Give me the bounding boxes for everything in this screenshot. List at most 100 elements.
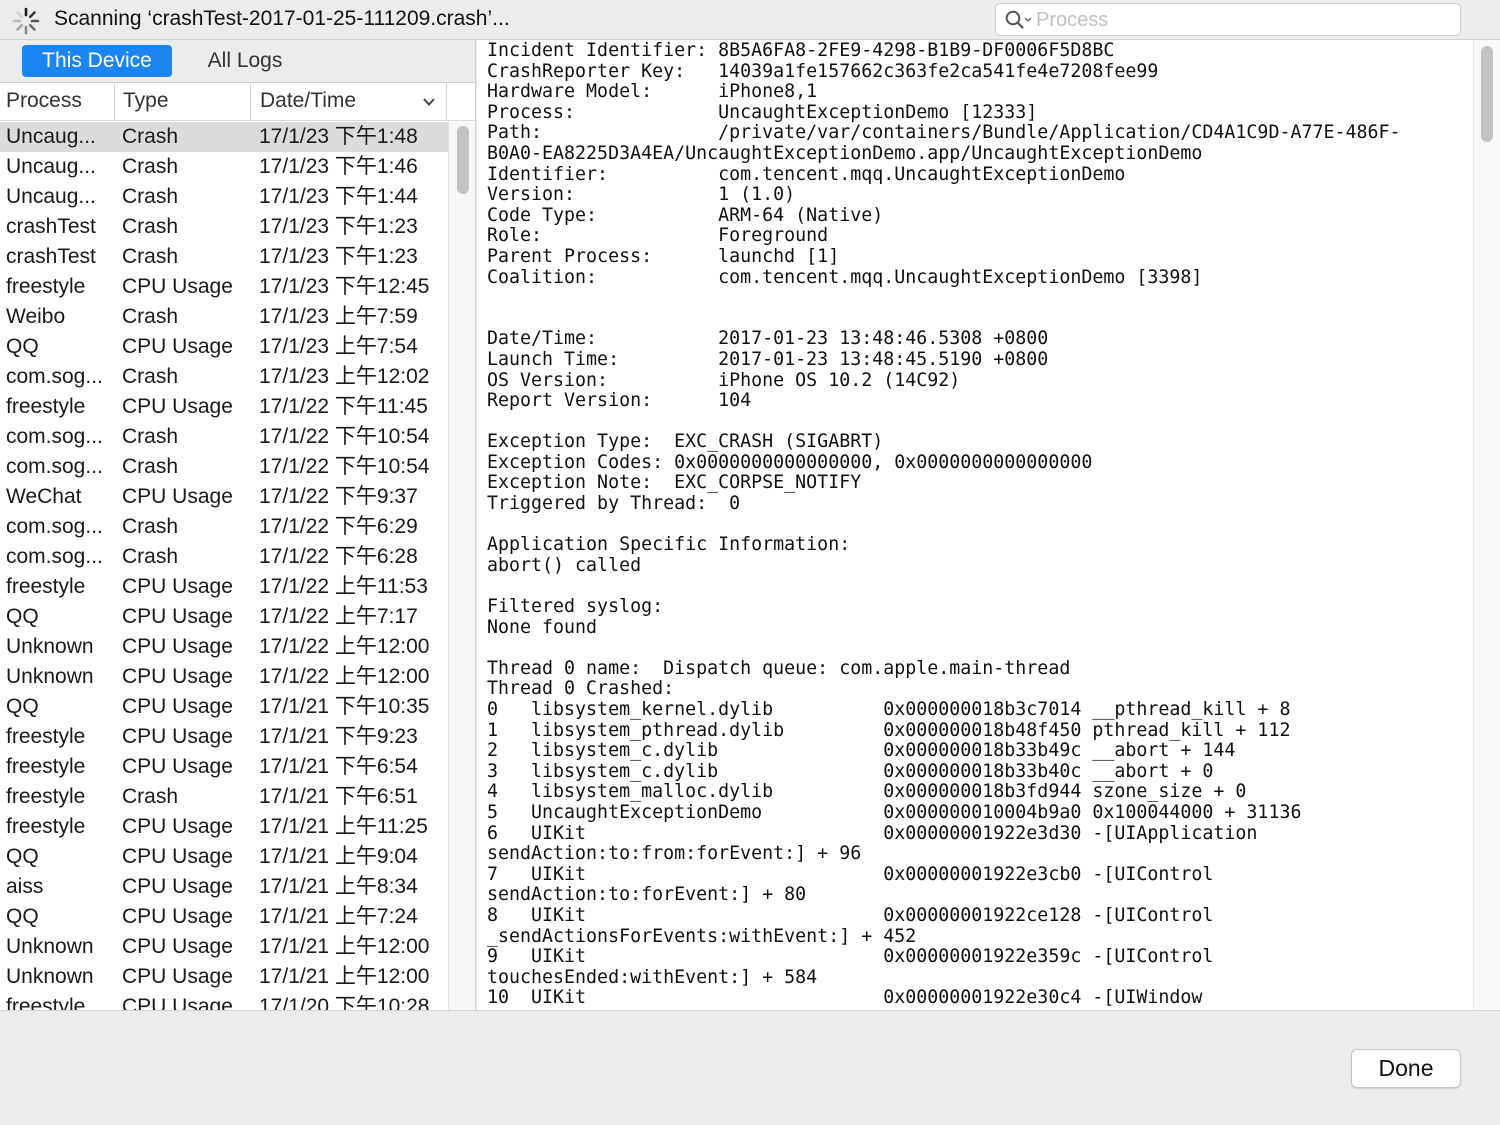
table-row[interactable]: freestyle CPU Usage 17/1/21 下午9:23: [0, 722, 448, 752]
table-row[interactable]: Weibo Crash 17/1/23 上午7:59: [0, 302, 448, 332]
table-row[interactable]: aiss CPU Usage 17/1/21 上午8:34: [0, 872, 448, 902]
cell-process: com.sog...: [6, 455, 103, 478]
cell-process: Unknown: [6, 635, 94, 658]
scrollbar-thumb[interactable]: [457, 126, 469, 194]
cell-datetime: 17/1/22 上午12:00: [259, 665, 430, 688]
table-row[interactable]: com.sog... Crash 17/1/23 上午12:02: [0, 362, 448, 392]
table-row[interactable]: freestyle Crash 17/1/21 下午6:51: [0, 782, 448, 812]
cell-type: CPU Usage: [122, 725, 233, 748]
report-line: 6 UIKit 0x00000001922e3d30 -[UIApplicati…: [487, 822, 1258, 844]
cell-type: CPU Usage: [122, 755, 233, 778]
table-row[interactable]: freestyle CPU Usage 17/1/20 下午10:28: [0, 992, 448, 1010]
cell-process: QQ: [6, 695, 39, 718]
cell-process: com.sog...: [6, 545, 103, 568]
table-row[interactable]: Unknown CPU Usage 17/1/22 上午12:00: [0, 662, 448, 692]
table-row[interactable]: QQ CPU Usage 17/1/21 下午10:35: [0, 692, 448, 722]
report-scrollbar[interactable]: [1473, 40, 1500, 1010]
table-row[interactable]: freestyle CPU Usage 17/1/21 上午11:25: [0, 812, 448, 842]
report-line: Path: /private/var/containers/Bundle/App…: [487, 122, 1401, 144]
cell-datetime: 17/1/23 上午12:02: [259, 365, 430, 388]
report-line: Exception Codes: 0x0000000000000000, 0x0…: [487, 451, 1093, 473]
table-row[interactable]: freestyle CPU Usage 17/1/22 下午11:45: [0, 392, 448, 422]
table-row[interactable]: com.sog... Crash 17/1/22 下午10:54: [0, 422, 448, 452]
cell-process: Unknown: [6, 665, 94, 688]
tab-all-logs[interactable]: All Logs: [190, 45, 300, 77]
cell-datetime: 17/1/22 下午6:28: [259, 545, 418, 568]
table-row[interactable]: QQ CPU Usage 17/1/21 上午7:24: [0, 902, 448, 932]
cell-datetime: 17/1/23 下午1:44: [259, 185, 418, 208]
cell-type: Crash: [122, 245, 179, 268]
cell-datetime: 17/1/22 上午12:00: [259, 635, 430, 658]
table-row[interactable]: QQ CPU Usage 17/1/21 上午9:04: [0, 842, 448, 872]
table-row[interactable]: Unknown CPU Usage 17/1/22 上午12:00: [0, 632, 448, 662]
chevron-down-icon[interactable]: [421, 94, 437, 110]
cell-datetime: 17/1/23 下午1:23: [259, 245, 418, 268]
cell-process: QQ: [6, 905, 39, 928]
table-row[interactable]: com.sog... Crash 17/1/22 下午6:29: [0, 512, 448, 542]
tab-this-device[interactable]: This Device: [22, 45, 172, 77]
report-line: Hardware Model: iPhone8,1: [487, 81, 818, 103]
report-line: 3 libsystem_c.dylib 0x000000018b33b40c _…: [487, 760, 1214, 782]
done-button[interactable]: Done: [1351, 1049, 1461, 1088]
cell-type: Crash: [122, 305, 179, 328]
table-row[interactable]: com.sog... Crash 17/1/22 下午10:54: [0, 452, 448, 482]
table-row[interactable]: Unknown CPU Usage 17/1/21 上午12:00: [0, 962, 448, 992]
cell-datetime: 17/1/22 下午9:37: [259, 485, 418, 508]
cell-process: freestyle: [6, 725, 86, 748]
table-row[interactable]: freestyle CPU Usage 17/1/22 上午11:53: [0, 572, 448, 602]
cell-datetime: 17/1/21 下午6:51: [259, 785, 418, 808]
report-line: _sendActionsForEvents:withEvent:] + 452: [487, 925, 917, 947]
cell-process: QQ: [6, 335, 39, 358]
cell-process: freestyle: [6, 275, 86, 298]
search-field[interactable]: [995, 3, 1461, 36]
table-row[interactable]: freestyle CPU Usage 17/1/21 下午6:54: [0, 752, 448, 782]
table-row[interactable]: WeChat CPU Usage 17/1/22 下午9:37: [0, 482, 448, 512]
cell-datetime: 17/1/23 下午1:46: [259, 155, 418, 178]
column-header-type[interactable]: Type: [114, 83, 250, 121]
search-input[interactable]: [1036, 8, 1446, 32]
report-line: Report Version: 104: [487, 390, 752, 412]
cell-process: Unknown: [6, 965, 94, 988]
table-row[interactable]: com.sog... Crash 17/1/22 下午6:28: [0, 542, 448, 572]
report-line: [487, 412, 1477, 433]
progress-spinner-icon: [12, 7, 40, 35]
table-row[interactable]: QQ CPU Usage 17/1/22 上午7:17: [0, 602, 448, 632]
crash-report-text[interactable]: Incident Identifier: 8B5A6FA8-2FE9-4298-…: [487, 40, 1477, 1009]
cell-datetime: 17/1/21 下午10:35: [259, 695, 430, 718]
cell-type: CPU Usage: [122, 935, 233, 958]
report-line: [487, 576, 1477, 597]
table-row[interactable]: QQ CPU Usage 17/1/23 上午7:54: [0, 332, 448, 362]
table-row[interactable]: Uncaug... Crash 17/1/23 下午1:46: [0, 152, 448, 182]
column-header-spacer: [446, 83, 475, 121]
column-header-process[interactable]: Process: [6, 83, 112, 121]
cell-process: Uncaug...: [6, 185, 96, 208]
magnifier-icon[interactable]: [1004, 9, 1034, 31]
cell-datetime: 17/1/23 下午1:48: [259, 125, 418, 148]
cell-datetime: 17/1/20 下午10:28: [259, 995, 430, 1010]
cell-type: CPU Usage: [122, 845, 233, 868]
cell-datetime: 17/1/22 下午11:45: [259, 395, 428, 418]
scrollbar-thumb[interactable]: [1481, 46, 1493, 142]
report-line: touchesEnded:withEvent:] + 584: [487, 966, 818, 988]
cell-process: freestyle: [6, 575, 86, 598]
cell-datetime: 17/1/23 上午7:59: [259, 305, 418, 328]
cell-process: freestyle: [6, 755, 86, 778]
log-list-scrollbar[interactable]: [448, 122, 475, 1010]
report-line: Incident Identifier: 8B5A6FA8-2FE9-4298-…: [487, 40, 1115, 61]
table-row[interactable]: Unknown CPU Usage 17/1/21 上午12:00: [0, 932, 448, 962]
column-header-datetime[interactable]: Date/Time: [250, 83, 446, 121]
table-row[interactable]: crashTest Crash 17/1/23 下午1:23: [0, 242, 448, 272]
cell-datetime: 17/1/21 下午6:54: [259, 755, 418, 778]
cell-type: CPU Usage: [122, 695, 233, 718]
report-line: [487, 309, 1477, 330]
report-line: [487, 288, 1477, 309]
table-row[interactable]: crashTest Crash 17/1/23 下午1:23: [0, 212, 448, 242]
report-line: Exception Type: EXC_CRASH (SIGABRT): [487, 431, 884, 453]
table-row[interactable]: Uncaug... Crash 17/1/23 下午1:44: [0, 182, 448, 212]
table-row[interactable]: Uncaug... Crash 17/1/23 下午1:48: [0, 122, 448, 152]
cell-process: freestyle: [6, 785, 86, 808]
report-line: Thread 0 name: Dispatch queue: com.apple…: [487, 657, 1071, 679]
cell-process: com.sog...: [6, 425, 103, 448]
cell-datetime: 17/1/22 上午11:53: [259, 575, 428, 598]
table-row[interactable]: freestyle CPU Usage 17/1/23 下午12:45: [0, 272, 448, 302]
